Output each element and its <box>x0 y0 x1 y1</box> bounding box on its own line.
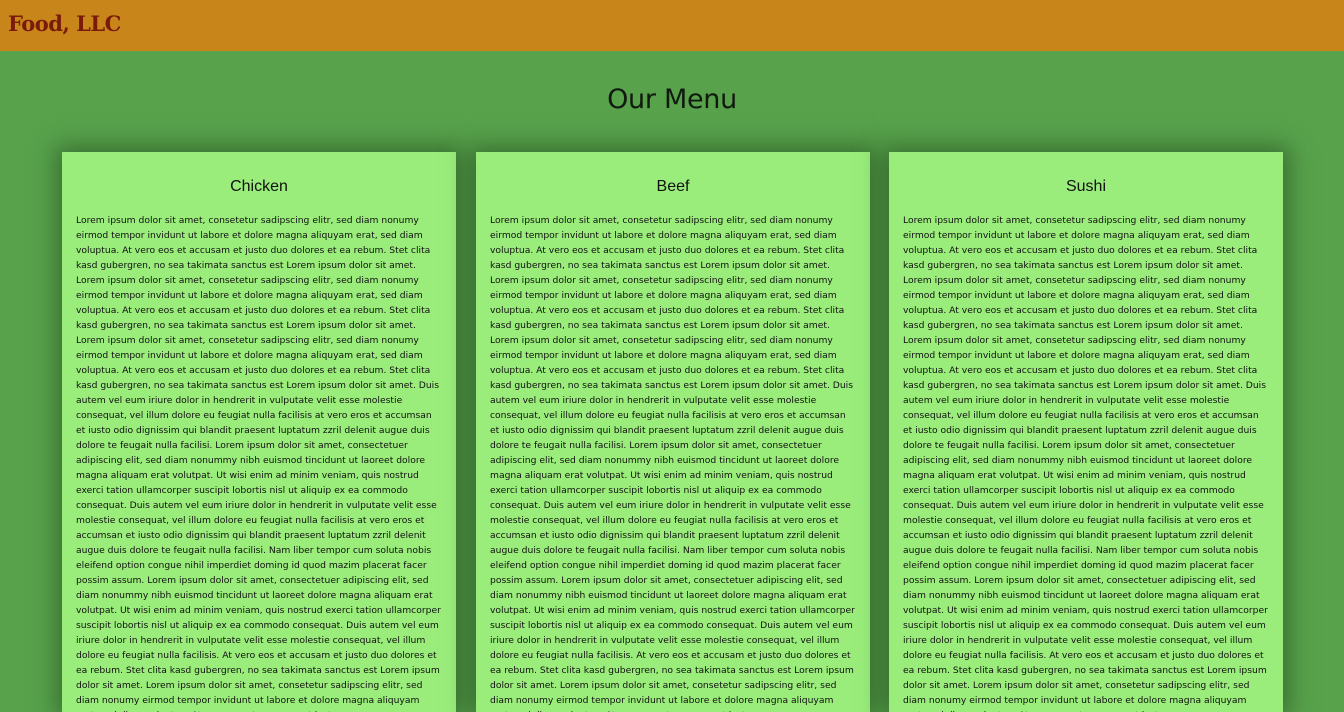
page-title: Our Menu <box>607 84 737 115</box>
card-description: Lorem ipsum dolor sit amet, consetetur s… <box>903 215 1268 712</box>
card-description: Lorem ipsum dolor sit amet, consetetur s… <box>76 215 441 712</box>
card-description: Lorem ipsum dolor sit amet, consetetur s… <box>490 215 855 712</box>
menu-card-chicken: Chicken Lorem ipsum dolor sit amet, cons… <box>62 152 456 712</box>
menu-card-sushi: Sushi Lorem ipsum dolor sit amet, conset… <box>889 152 1283 712</box>
card-title: Beef <box>656 178 690 195</box>
card-title: Chicken <box>230 178 288 195</box>
menu-card-beef: Beef Lorem ipsum dolor sit amet, consete… <box>476 152 870 712</box>
brand-logo[interactable]: Food, LLC <box>8 11 121 36</box>
card-title: Sushi <box>1065 178 1107 195</box>
site-header: Food, LLC <box>0 0 1344 51</box>
